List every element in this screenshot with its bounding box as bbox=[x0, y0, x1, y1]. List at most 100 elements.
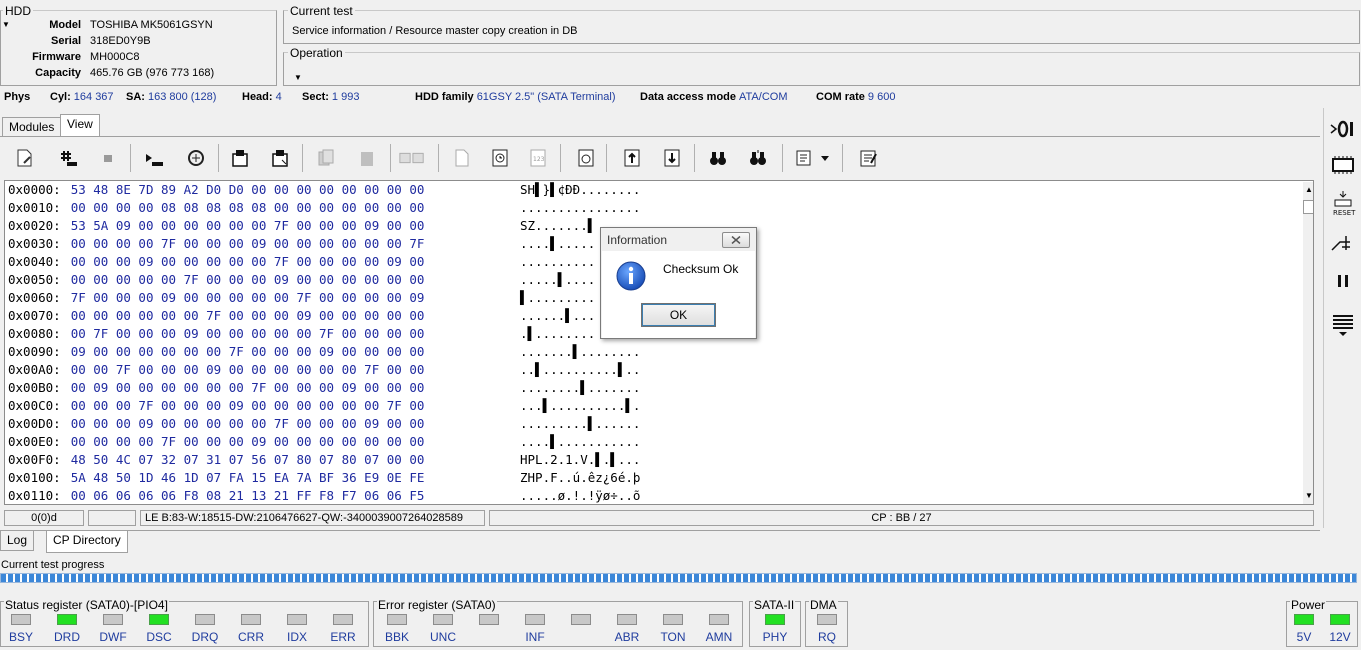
power-toggle-icon[interactable] bbox=[1328, 114, 1358, 144]
hex-bytes[interactable]: 7F 00 00 00 09 00 00 00 00 00 7F 00 00 0… bbox=[71, 290, 425, 305]
hex-ascii[interactable]: SH▌}▌¢ÐÐ........ bbox=[520, 182, 640, 197]
chip-icon[interactable] bbox=[1328, 150, 1358, 180]
hex-ascii[interactable]: ..▌..........▌.. bbox=[520, 362, 640, 377]
list-menu-icon[interactable] bbox=[1328, 310, 1358, 340]
ok-button[interactable]: OK bbox=[641, 303, 716, 327]
paste-icon[interactable] bbox=[352, 144, 380, 172]
dialog-close-button[interactable] bbox=[722, 232, 750, 248]
hex-row[interactable]: 0x0010: 00 00 00 00 08 08 08 08 08 00 00 … bbox=[8, 200, 640, 218]
hex-bytes[interactable]: 00 7F 00 00 00 09 00 00 00 00 00 7F 00 0… bbox=[71, 326, 425, 341]
hex-ascii[interactable]: ....▌..... bbox=[520, 236, 595, 251]
find-next-icon[interactable] bbox=[744, 144, 772, 172]
hex-row[interactable]: 0x0000: 53 48 8E 7D 89 A2 D0 D0 00 00 00 … bbox=[8, 182, 640, 200]
hex-ascii[interactable]: .....▌.... bbox=[520, 272, 595, 287]
scroll-down-arrow-icon[interactable]: ▼ bbox=[1305, 491, 1313, 500]
timer-icon[interactable] bbox=[486, 144, 514, 172]
hex-ascii[interactable]: ....▌........... bbox=[520, 434, 640, 449]
hex-row[interactable]: 0x00B0: 00 09 00 00 00 00 00 00 7F 00 00 … bbox=[8, 380, 640, 398]
hex-row[interactable]: 0x00A0: 00 00 7F 00 00 00 09 00 00 00 00 … bbox=[8, 362, 640, 380]
scroll-text-icon[interactable] bbox=[790, 144, 818, 172]
scrollbar-thumb[interactable] bbox=[1303, 200, 1313, 214]
refresh-disk-icon[interactable] bbox=[182, 144, 210, 172]
grid-sector-icon[interactable] bbox=[54, 144, 82, 172]
hex-row[interactable]: 0x00D0: 00 00 00 09 00 00 00 00 00 7F 00 … bbox=[8, 416, 640, 434]
hex-bytes[interactable]: 00 00 00 7F 00 00 00 09 00 00 00 00 00 0… bbox=[71, 398, 425, 413]
hex-ascii[interactable]: .......▌........ bbox=[520, 344, 640, 359]
hex-row[interactable]: 0x0090: 09 00 00 00 00 00 00 7F 00 00 00 … bbox=[8, 344, 640, 362]
hex-ascii[interactable]: .........▌...... bbox=[520, 416, 640, 431]
reset-icon[interactable]: RESET bbox=[1328, 188, 1358, 218]
hex-bytes[interactable]: 00 00 00 00 7F 00 00 00 09 00 00 00 00 0… bbox=[71, 236, 425, 251]
scroll-up-arrow-icon[interactable]: ▲ bbox=[1305, 185, 1313, 194]
hex-row[interactable]: 0x0110: 00 06 06 06 06 F8 08 21 13 21 FF … bbox=[8, 488, 640, 504]
hex-row[interactable]: 0x0070: 00 00 00 00 00 00 7F 00 00 00 09 … bbox=[8, 308, 595, 326]
operation-arrow-icon[interactable]: ▼ bbox=[294, 73, 302, 82]
hex-row[interactable]: 0x0100: 5A 48 50 1D 46 1D 07 FA 15 EA 7A … bbox=[8, 470, 640, 488]
page-down-icon[interactable] bbox=[658, 144, 686, 172]
hex-bytes[interactable]: 00 09 00 00 00 00 00 00 7F 00 00 00 09 0… bbox=[71, 380, 425, 395]
hex-ascii[interactable]: HPL.2.1.V.▌.▌... bbox=[520, 452, 640, 467]
hex-row[interactable]: 0x0020: 53 5A 09 00 00 00 00 00 00 7F 00 … bbox=[8, 218, 595, 236]
compare-icon[interactable] bbox=[398, 144, 426, 172]
hex-bytes[interactable]: 00 00 00 00 08 08 08 08 08 00 00 00 00 0… bbox=[71, 200, 425, 215]
hex-bytes[interactable]: 48 50 4C 07 32 07 31 07 56 07 80 07 80 0… bbox=[71, 452, 425, 467]
hex-row[interactable]: 0x0060: 7F 00 00 00 09 00 00 00 00 00 7F … bbox=[8, 290, 595, 308]
hex-bytes[interactable]: 00 00 00 00 7F 00 00 00 09 00 00 00 00 0… bbox=[71, 434, 425, 449]
dialog-message: Checksum Ok bbox=[663, 262, 739, 276]
hex-ascii[interactable]: ......▌... bbox=[520, 308, 595, 323]
notepad-edit-icon[interactable] bbox=[854, 144, 882, 172]
hex-bytes[interactable]: 09 00 00 00 00 00 00 7F 00 00 00 09 00 0… bbox=[71, 344, 425, 359]
hex-row[interactable]: 0x0080: 00 7F 00 00 00 09 00 00 00 00 00 … bbox=[8, 326, 595, 344]
hex-ascii[interactable]: ZHP.F..ú.êz¿6é.þ bbox=[520, 470, 640, 485]
hex-bytes[interactable]: 53 5A 09 00 00 00 00 00 00 7F 00 00 00 0… bbox=[71, 218, 425, 233]
hex-row[interactable]: 0x00F0: 48 50 4C 07 32 07 31 07 56 07 80 … bbox=[8, 452, 640, 470]
hex-bytes[interactable]: 00 00 00 09 00 00 00 00 00 7F 00 00 00 0… bbox=[71, 254, 425, 269]
circuit-icon[interactable] bbox=[1328, 228, 1358, 258]
hex-bytes[interactable]: 5A 48 50 1D 46 1D 07 FA 15 EA 7A BF 36 E… bbox=[71, 470, 425, 485]
hex-ascii[interactable]: ...▌..........▌. bbox=[520, 398, 640, 413]
pause-icon[interactable] bbox=[1328, 266, 1358, 296]
dialog-titlebar[interactable]: Information bbox=[601, 228, 756, 251]
tab-cp-directory[interactable]: CP Directory bbox=[46, 531, 128, 553]
dropdown-arrow-icon[interactable] bbox=[818, 144, 832, 172]
hex-bytes[interactable]: 00 00 00 00 00 7F 00 00 00 09 00 00 00 0… bbox=[71, 272, 425, 287]
hex-ascii[interactable]: .▌........ bbox=[520, 326, 595, 341]
led-drq bbox=[195, 614, 215, 625]
tab-modules[interactable]: Modules bbox=[2, 117, 62, 137]
hex-row[interactable]: 0x0040: 00 00 00 09 00 00 00 00 00 7F 00 … bbox=[8, 254, 595, 272]
tab-view[interactable]: View bbox=[60, 114, 100, 136]
hex-bytes[interactable]: 00 06 06 06 06 F8 08 21 13 21 FF F8 F7 0… bbox=[71, 488, 425, 503]
save-as-disk-icon[interactable] bbox=[266, 144, 294, 172]
hex-bytes[interactable]: 00 00 7F 00 00 00 09 00 00 00 00 00 00 7… bbox=[71, 362, 425, 377]
vertical-scrollbar[interactable]: ▲ ▼ bbox=[1303, 182, 1313, 504]
hex-row[interactable]: 0x00E0: 00 00 00 00 7F 00 00 00 09 00 00 … bbox=[8, 434, 640, 452]
hex-ascii[interactable]: ▌......... bbox=[520, 290, 595, 305]
stop-icon[interactable] bbox=[94, 144, 122, 172]
hex-bytes[interactable]: 53 48 8E 7D 89 A2 D0 D0 00 00 00 00 00 0… bbox=[71, 182, 425, 197]
hex-row[interactable]: 0x0030: 00 00 00 00 7F 00 00 00 09 00 00 … bbox=[8, 236, 595, 254]
copy-icon[interactable] bbox=[312, 144, 340, 172]
hex-offset: 0x0030: bbox=[8, 236, 61, 251]
tab-log[interactable]: Log bbox=[0, 531, 35, 551]
hex-ascii[interactable]: ........▌....... bbox=[520, 380, 640, 395]
binoculars-icon[interactable] bbox=[704, 144, 732, 172]
dma-title: DMA bbox=[809, 598, 838, 612]
page-icon[interactable] bbox=[448, 144, 476, 172]
phys-cyl: Cyl: 164 367 bbox=[50, 91, 114, 103]
led-label: BSY bbox=[8, 630, 33, 644]
page-up-icon[interactable] bbox=[618, 144, 646, 172]
hex-ascii[interactable]: .....ø.!.!ÿø÷..õ bbox=[520, 488, 640, 503]
hex-ascii[interactable]: .......... bbox=[520, 254, 595, 269]
save-disk-icon[interactable] bbox=[226, 144, 254, 172]
file-edit-icon[interactable] bbox=[10, 144, 38, 172]
hex-offset: 0x0040: bbox=[8, 254, 61, 269]
goto-page-icon[interactable] bbox=[572, 144, 600, 172]
hex-bytes[interactable]: 00 00 00 00 00 00 7F 00 00 00 09 00 00 0… bbox=[71, 308, 425, 323]
hex-row[interactable]: 0x0050: 00 00 00 00 00 7F 00 00 00 09 00 … bbox=[8, 272, 595, 290]
read-down-icon[interactable] bbox=[140, 144, 168, 172]
hex-row[interactable]: 0x00C0: 00 00 00 7F 00 00 00 09 00 00 00 … bbox=[8, 398, 640, 416]
numbered-page-icon[interactable]: 123 bbox=[524, 144, 552, 172]
hex-ascii[interactable]: SZ.......▌ bbox=[520, 218, 595, 233]
hex-bytes[interactable]: 00 00 00 09 00 00 00 00 00 7F 00 00 00 0… bbox=[71, 416, 425, 431]
hex-ascii[interactable]: ................ bbox=[520, 200, 640, 215]
